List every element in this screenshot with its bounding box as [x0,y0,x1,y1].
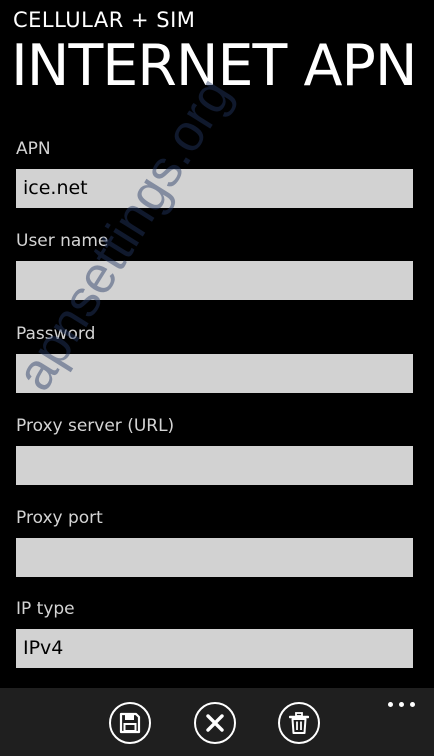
more-button[interactable] [388,700,418,710]
ip-type-field: IP type [16,599,413,668]
proxy-port-label: Proxy port [16,508,103,528]
save-icon [119,712,141,734]
ip-type-select[interactable] [16,629,413,668]
save-button[interactable] [109,702,151,744]
proxy-server-field: Proxy server (URL) [16,416,413,485]
password-input[interactable] [16,354,413,393]
username-field: User name [16,231,413,300]
proxy-port-field: Proxy port [16,508,413,577]
proxy-server-label: Proxy server (URL) [16,416,175,436]
delete-icon [289,712,309,734]
page-title: INTERNET APN [11,33,417,99]
cancel-button[interactable] [194,702,236,744]
apn-field: APN [16,139,413,208]
more-dot [399,702,404,707]
delete-button[interactable] [278,702,320,744]
cancel-icon [206,714,224,732]
app-bar [0,688,434,756]
apn-input[interactable] [16,169,413,208]
password-label: Password [16,324,96,344]
password-field: Password [16,324,413,393]
app-title: CELLULAR + SIM [13,8,196,32]
proxy-port-input[interactable] [16,538,413,577]
username-label: User name [16,231,109,251]
username-input[interactable] [16,261,413,300]
more-dot [410,702,415,707]
more-dot [388,702,393,707]
proxy-server-input[interactable] [16,446,413,485]
apn-label: APN [16,139,51,159]
ip-type-label: IP type [16,599,75,619]
